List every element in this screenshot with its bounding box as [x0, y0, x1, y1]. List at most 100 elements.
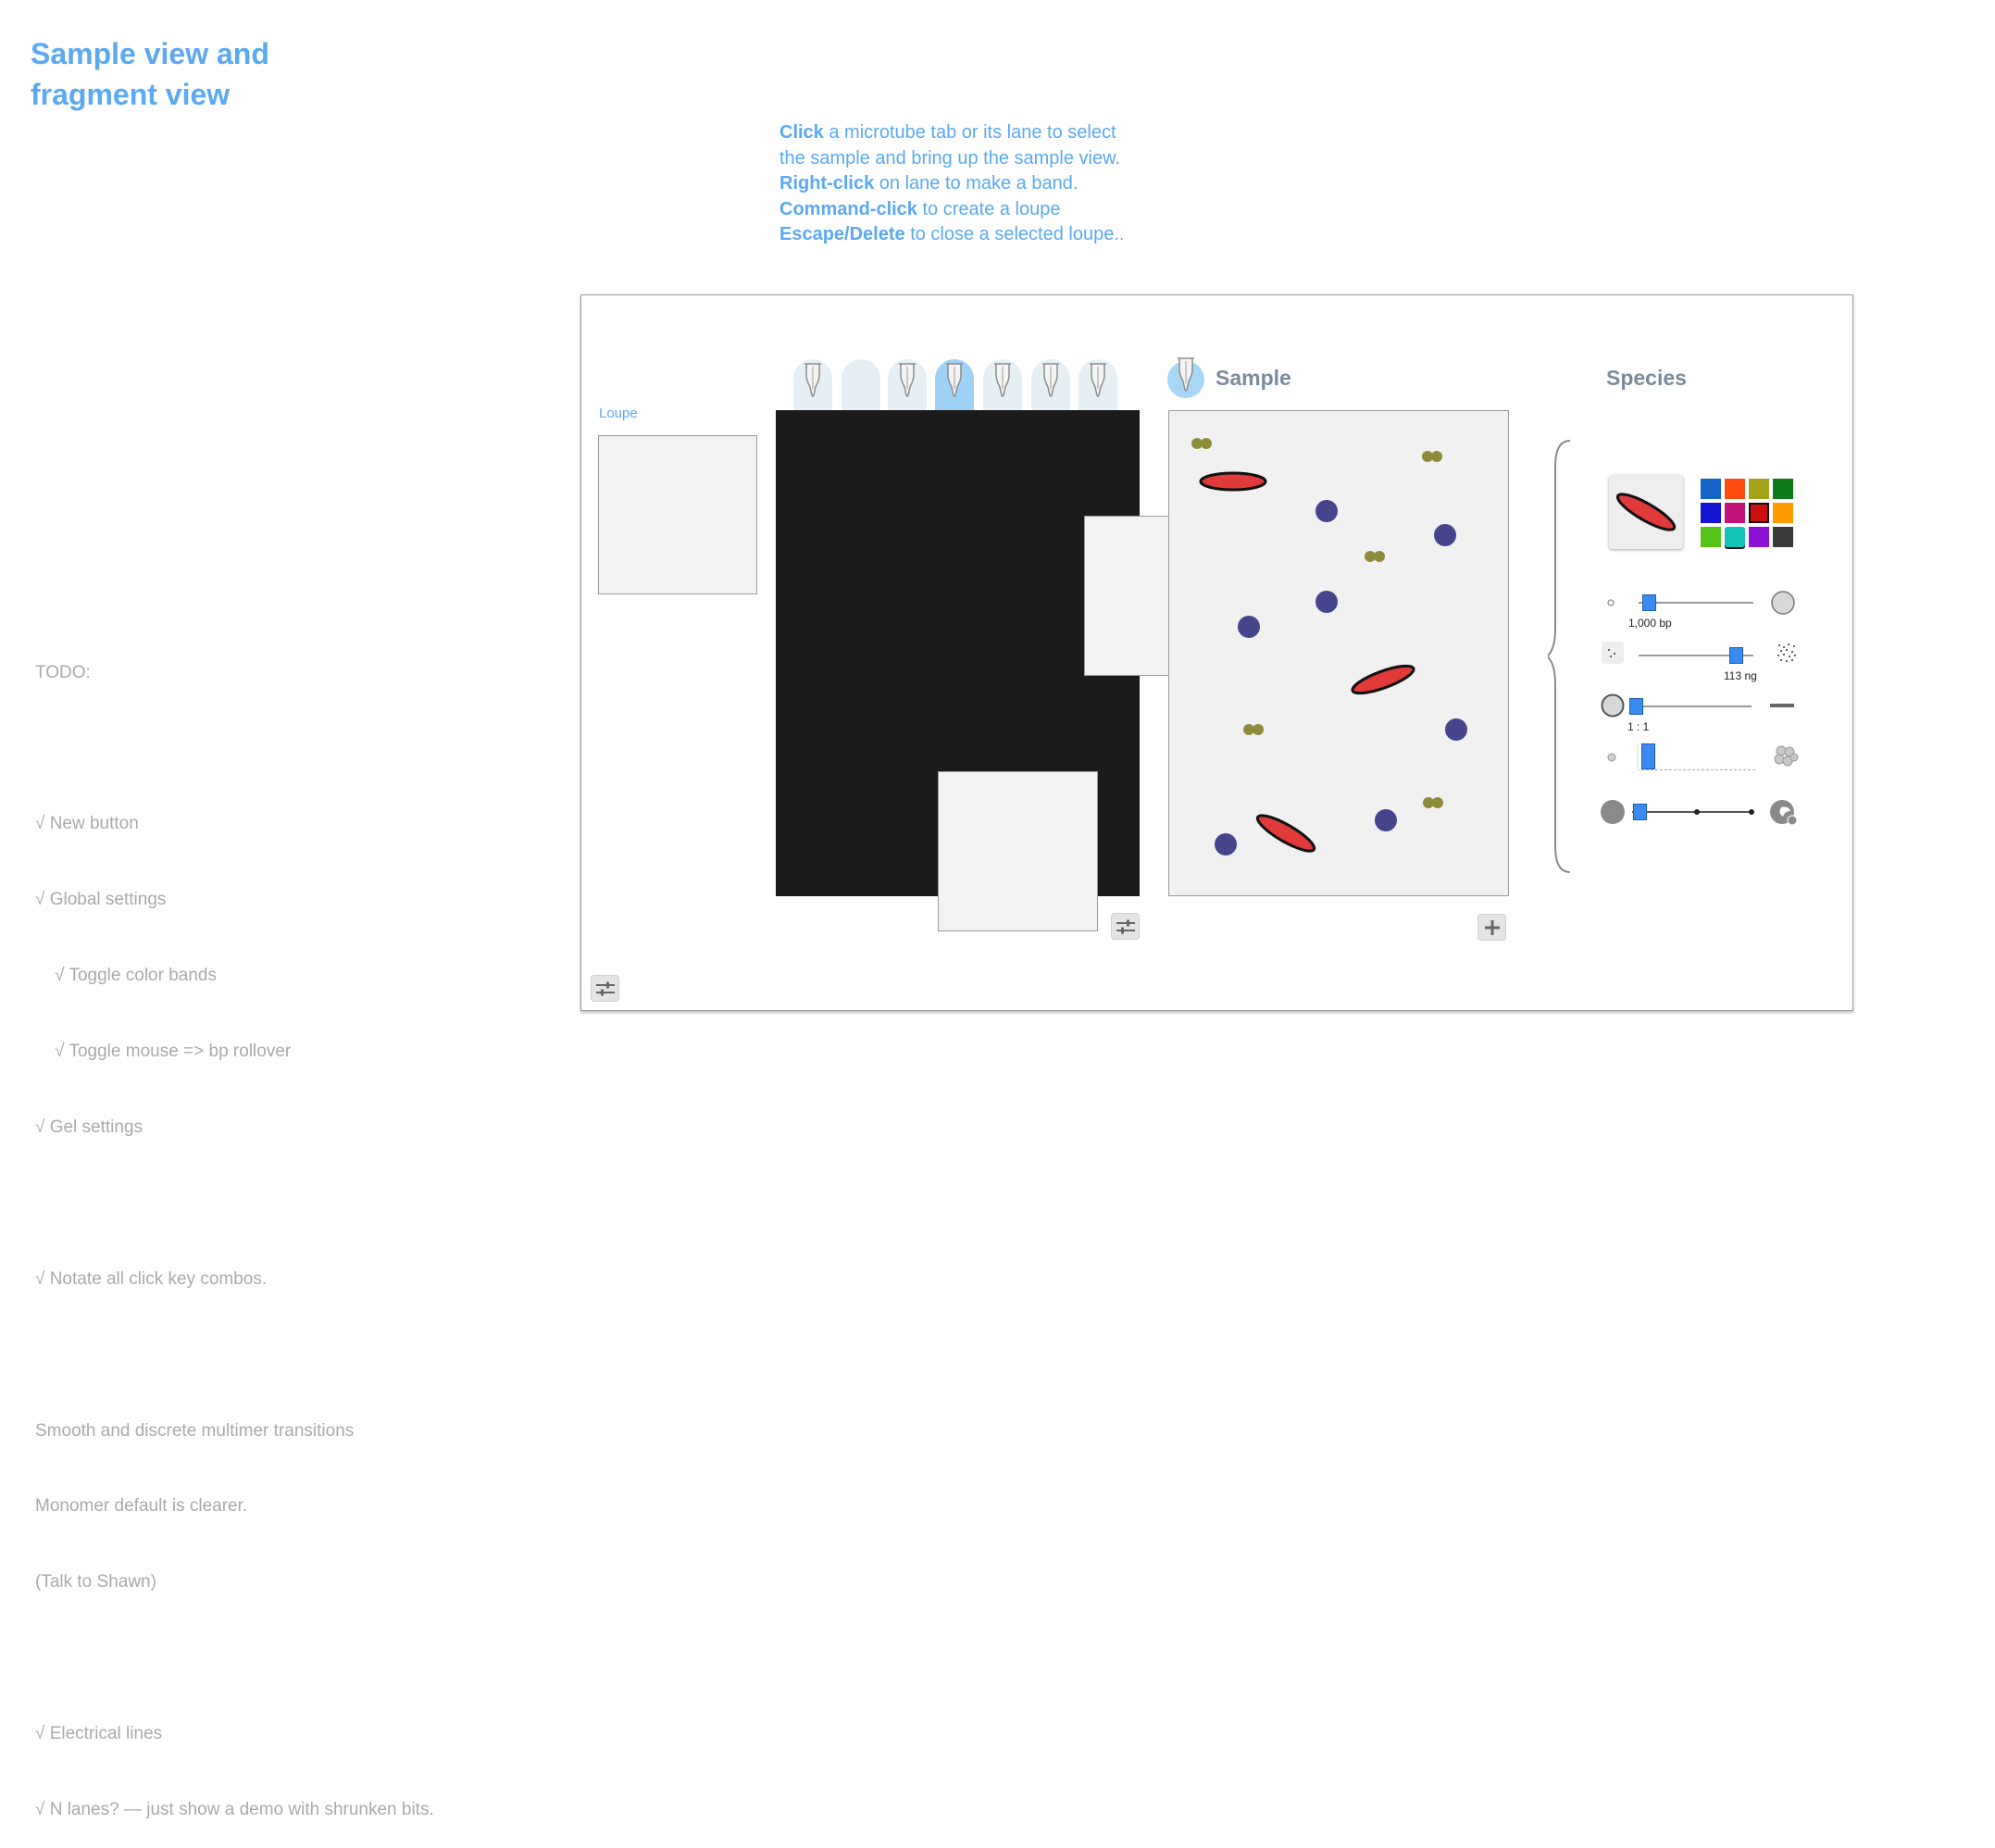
small-dot-icon	[1607, 599, 1615, 606]
sliders-icon	[595, 981, 615, 995]
circle-icon	[1601, 693, 1625, 718]
todo-notes: TODO: √ New button √ Global settings √ T…	[35, 609, 434, 1848]
color-swatch[interactable]	[1749, 527, 1769, 547]
gel-loupe[interactable]	[938, 771, 1098, 931]
microtube-icon	[804, 363, 821, 397]
multimer-slider-thumb[interactable]	[1641, 743, 1655, 769]
ratio-value-label: 1 : 1	[1627, 720, 1650, 733]
dimer-molecule	[1242, 723, 1264, 735]
microtube-tab-6[interactable]	[1031, 359, 1070, 410]
instructions: Click a microtube tab or its lane to sel…	[779, 120, 1124, 248]
todo-line: √ Toggle color bands	[35, 966, 217, 986]
aggregate-icon	[1770, 800, 1798, 826]
instruction-line: the sample and bring up the sample view.	[779, 147, 1120, 169]
monomer-molecule	[1433, 523, 1456, 546]
species-preview	[1609, 475, 1683, 549]
color-swatch[interactable]	[1701, 527, 1721, 547]
microtube-tab-3[interactable]	[888, 359, 927, 410]
microtube-tab-7[interactable]	[1079, 359, 1117, 410]
amount-value-label: 113 ng	[1724, 669, 1757, 682]
microtube-icon	[1090, 363, 1106, 397]
monomer-molecule	[1315, 590, 1338, 613]
microtube-icon	[946, 363, 963, 397]
monomer-molecule	[1444, 718, 1467, 741]
brace-icon	[1548, 440, 1571, 873]
page-title-line-2: fragment view	[31, 78, 231, 111]
color-swatch[interactable]	[1701, 479, 1721, 499]
gel-settings-button[interactable]	[1111, 913, 1140, 940]
todo-line: √ Notate all click key combos.	[35, 1268, 268, 1289]
size-value-label: 1,000 bp	[1628, 617, 1672, 630]
microtube-tab-5[interactable]	[983, 359, 1022, 410]
microtube-tab-2[interactable]	[842, 359, 880, 410]
multimer-slider-fill	[1637, 744, 1639, 770]
aggregation-slider-thumb[interactable]	[1633, 804, 1647, 820]
sample-tube-badge	[1167, 357, 1204, 398]
color-swatch[interactable]	[1749, 479, 1769, 499]
ratio-slider-row: 1 : 1	[1600, 693, 1809, 737]
todo-line: √ New button	[35, 814, 139, 834]
amount-slider-row: 113 ng	[1602, 642, 1807, 686]
sample-view[interactable]	[1168, 410, 1509, 896]
todo-line: √ Toggle mouse => bp rollover	[35, 1042, 292, 1062]
slider-marker	[1749, 809, 1754, 815]
aggregation-slider-row	[1599, 798, 1808, 831]
aggregation-slider-track[interactable]	[1632, 811, 1751, 813]
amount-slider-thumb[interactable]	[1729, 647, 1744, 664]
ratio-slider-track[interactable]	[1629, 705, 1752, 707]
monomer-molecule	[1374, 808, 1397, 831]
slider-marker	[1694, 809, 1700, 815]
color-swatch[interactable]	[1701, 503, 1721, 523]
todo-line: Smooth and discrete multimer transitions	[35, 1420, 355, 1441]
global-settings-button[interactable]	[591, 975, 619, 1002]
new-species-button[interactable]	[1478, 914, 1506, 941]
color-swatch[interactable]	[1773, 503, 1793, 523]
microtube-icon	[1042, 363, 1059, 397]
rod-molecule	[1255, 813, 1315, 853]
color-swatch-selected[interactable]	[1749, 503, 1769, 523]
sample-title: Sample	[1216, 366, 1291, 390]
dimer-molecule	[1191, 437, 1212, 449]
instruction-line: Right-click on lane to make a band.	[779, 173, 1079, 194]
ratio-slider-thumb[interactable]	[1629, 698, 1643, 715]
page-title: Sample view and fragment view	[31, 33, 269, 115]
color-swatch[interactable]	[1725, 503, 1745, 523]
loupe-view[interactable]	[598, 435, 757, 594]
rod-molecule	[1199, 471, 1266, 491]
monomer-molecule	[1214, 832, 1237, 855]
color-swatch[interactable]	[1773, 479, 1793, 499]
todo-line: √ Global settings	[35, 890, 167, 910]
todo-line: √ Electrical lines	[35, 1724, 163, 1744]
todo-line: TODO:	[35, 662, 91, 682]
microtube-icon	[1178, 357, 1194, 392]
rod-molecule	[1350, 664, 1415, 694]
microtube-tab-4[interactable]	[935, 359, 974, 410]
color-swatch[interactable]	[1773, 527, 1793, 547]
dimer-molecule	[1421, 450, 1442, 462]
small-dot-icon	[1607, 753, 1616, 762]
dense-dots-icon	[1777, 643, 1796, 662]
large-circle-icon	[1771, 591, 1795, 615]
loupe-label: Loupe	[599, 406, 638, 421]
sparse-dots-icon	[1602, 642, 1624, 664]
sample-molecules	[1191, 437, 1467, 855]
microtube-tab-1[interactable]	[793, 359, 832, 410]
instruction-line: Click a microtube tab or its lane to sel…	[779, 122, 1116, 143]
size-slider-thumb[interactable]	[1642, 594, 1657, 611]
instruction-line: Escape/Delete to close a selected loupe.…	[779, 224, 1125, 244]
species-title: Species	[1606, 366, 1687, 390]
color-swatch[interactable]	[1725, 527, 1745, 547]
microtube-icon	[994, 363, 1011, 397]
color-swatch[interactable]	[1725, 479, 1745, 499]
todo-line	[35, 1342, 434, 1367]
plus-icon	[1484, 919, 1500, 935]
color-palette	[1701, 479, 1793, 553]
dimer-molecule	[1422, 796, 1443, 808]
page-title-line-1: Sample view and	[31, 37, 269, 70]
multimer-slider-row	[1607, 743, 1809, 776]
rod-molecule-icon	[1615, 493, 1677, 531]
todo-line: √ N lanes? — just show a demo with shrun…	[35, 1799, 434, 1819]
monomer-molecule	[1237, 615, 1260, 638]
todo-line: √ Gel settings	[35, 1117, 143, 1137]
filled-circle-icon	[1601, 800, 1625, 824]
